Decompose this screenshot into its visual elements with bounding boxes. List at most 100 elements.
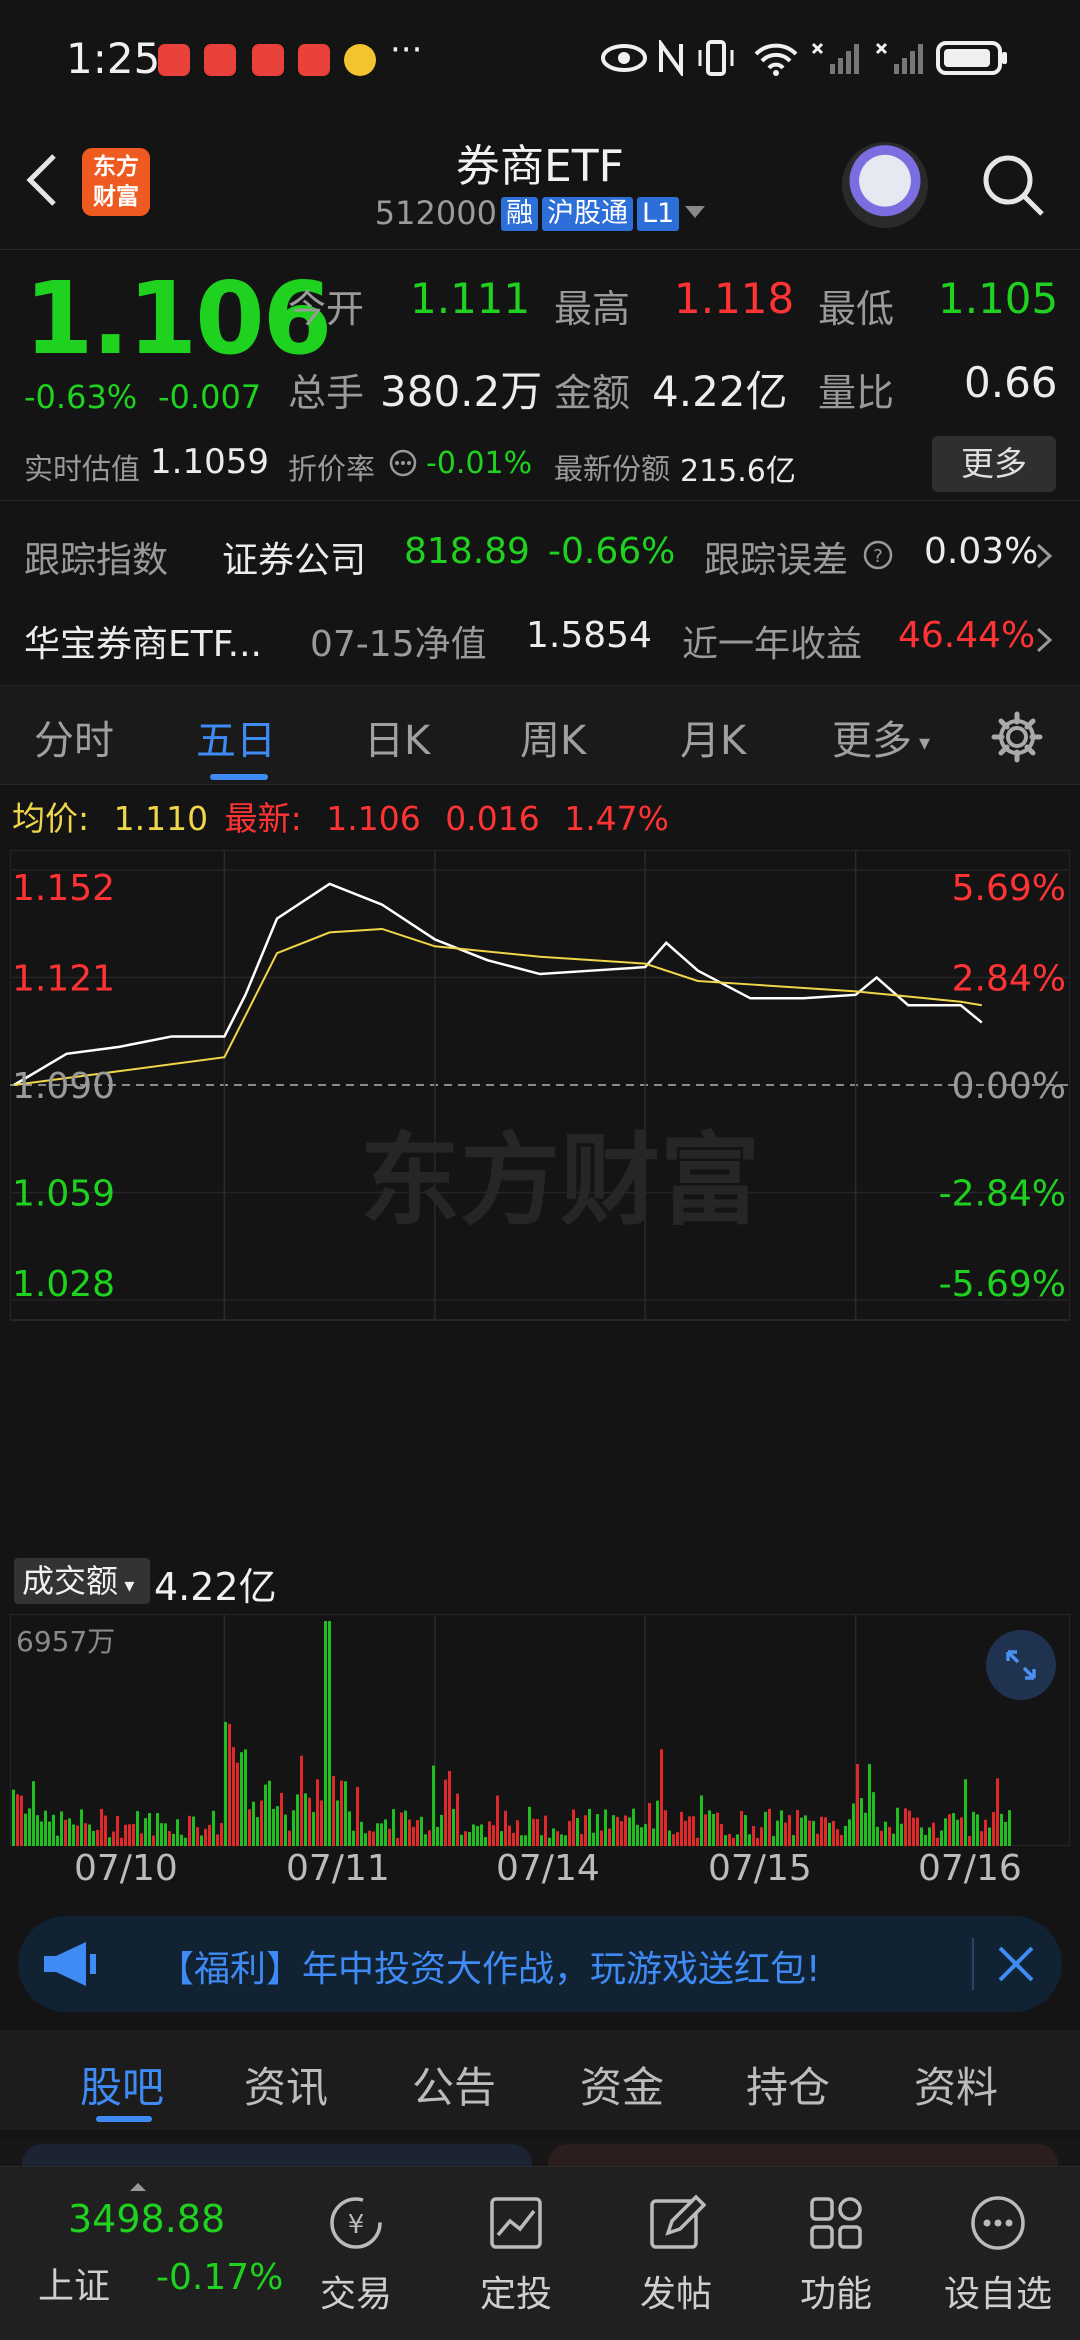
volume-bar bbox=[732, 1837, 735, 1846]
volume-bar bbox=[708, 1810, 711, 1846]
nav-auto-invest[interactable]: 定投 bbox=[456, 2167, 576, 2340]
volume-bar bbox=[988, 1827, 991, 1846]
volume-bar bbox=[448, 1770, 451, 1846]
chevron-right-icon[interactable] bbox=[1034, 625, 1054, 655]
volume-bar bbox=[896, 1807, 899, 1846]
volume-bar bbox=[604, 1809, 607, 1846]
volume-bar bbox=[488, 1821, 491, 1846]
volume-bar bbox=[28, 1808, 31, 1846]
notification-icon bbox=[158, 44, 190, 76]
volume-bar bbox=[876, 1826, 879, 1846]
tab-news[interactable]: 资讯 bbox=[244, 2054, 328, 2115]
chevron-right-icon[interactable] bbox=[1034, 541, 1054, 571]
volume-bar bbox=[1000, 1813, 1003, 1846]
volume-bar bbox=[504, 1810, 507, 1846]
volume-bar bbox=[176, 1819, 179, 1846]
tab-five-day[interactable]: 五日 bbox=[196, 708, 276, 766]
tab-profile[interactable]: 资料 bbox=[914, 2054, 998, 2115]
volume-bar bbox=[684, 1820, 687, 1846]
volume-bar bbox=[88, 1824, 91, 1846]
volume-bar bbox=[116, 1815, 119, 1846]
volume-bar bbox=[292, 1810, 295, 1846]
tab-announcements[interactable]: 公告 bbox=[412, 2054, 496, 2115]
settings-gear-icon[interactable] bbox=[990, 710, 1044, 764]
tab-monthly-k[interactable]: 月K bbox=[680, 708, 746, 766]
chart-period-tabs: 分时 五日 日K 周K 月K 更多 ▾ bbox=[0, 685, 1080, 785]
volume-bar bbox=[288, 1830, 291, 1846]
nav-add-watchlist[interactable]: 设自选 bbox=[938, 2167, 1058, 2340]
volume-bar bbox=[832, 1821, 835, 1846]
five-day-price-chart[interactable]: 东方财富 1.152 5.69% 1.121 2.84% 1.090 0.00% 1.059… bbox=[10, 850, 1070, 1550]
volume-bar bbox=[380, 1823, 383, 1846]
year-return-label: 近一年收益 bbox=[682, 624, 863, 665]
tracking-index-value: 818.89 bbox=[404, 531, 530, 572]
iopv-value: 1.1059 bbox=[150, 442, 269, 482]
volume-bar bbox=[980, 1831, 983, 1846]
volume-bar bbox=[428, 1830, 431, 1846]
volume-bar bbox=[756, 1837, 759, 1846]
volume-bar bbox=[888, 1826, 891, 1846]
volume-bar-chart[interactable] bbox=[10, 1614, 1070, 1846]
volume-bar bbox=[752, 1826, 755, 1846]
volume-bar bbox=[712, 1814, 715, 1846]
volume-bar bbox=[636, 1824, 639, 1846]
volume-bar bbox=[328, 1621, 331, 1846]
volume-bar bbox=[228, 1723, 231, 1846]
volume-metric-selector[interactable]: 成交额 ▾ bbox=[14, 1558, 150, 1604]
volume-bar bbox=[600, 1830, 603, 1846]
volume-bar bbox=[776, 1820, 779, 1846]
volume-bar bbox=[60, 1811, 63, 1846]
tab-forum[interactable]: 股吧 bbox=[80, 2054, 164, 2115]
help-icon[interactable]: ? bbox=[862, 539, 894, 571]
chevron-up-icon bbox=[130, 2183, 146, 2191]
nav-post[interactable]: 发帖 bbox=[616, 2167, 736, 2340]
volume-bar bbox=[280, 1792, 283, 1846]
volume-bar bbox=[312, 1812, 315, 1846]
volume-bar bbox=[668, 1830, 671, 1846]
volume-bar bbox=[12, 1789, 15, 1846]
volume-bar bbox=[592, 1832, 595, 1846]
search-icon[interactable] bbox=[978, 150, 1048, 220]
volume-bar bbox=[560, 1834, 563, 1846]
tab-daily-k[interactable]: 日K bbox=[364, 708, 430, 766]
volume-bar bbox=[936, 1837, 939, 1846]
volume-bar bbox=[812, 1820, 815, 1846]
volume-bar bbox=[268, 1780, 271, 1846]
volume-bar bbox=[900, 1823, 903, 1846]
robot-assistant-icon[interactable] bbox=[842, 142, 928, 228]
change-value: -0.007 bbox=[158, 378, 262, 416]
volume-bar bbox=[460, 1834, 463, 1846]
volume-bar bbox=[920, 1827, 923, 1846]
tracking-index-name[interactable]: 证券公司 bbox=[222, 531, 366, 583]
volume-bar bbox=[76, 1825, 79, 1846]
index-ticker[interactable]: 3498.88 上证 -0.17% bbox=[0, 2167, 290, 2340]
discount-label: 折价率 bbox=[288, 452, 376, 486]
tab-capital-flow[interactable]: 资金 bbox=[580, 2054, 664, 2115]
volume-bar bbox=[528, 1806, 531, 1846]
tab-weekly-k[interactable]: 周K bbox=[520, 708, 586, 766]
volume-bar bbox=[100, 1808, 103, 1846]
iopv-label: 实时估值 bbox=[24, 452, 141, 486]
volume-bar bbox=[296, 1794, 299, 1846]
volume-bar bbox=[512, 1832, 515, 1846]
tab-intraday[interactable]: 分时 bbox=[34, 708, 114, 766]
volume-bar bbox=[392, 1809, 395, 1846]
expand-chart-button[interactable] bbox=[986, 1630, 1056, 1700]
tab-holdings[interactable]: 持仓 bbox=[746, 2054, 830, 2115]
volume-bar bbox=[564, 1835, 567, 1846]
nav-functions[interactable]: 功能 bbox=[776, 2167, 896, 2340]
volume-bar bbox=[56, 1835, 59, 1846]
volume-bar bbox=[108, 1837, 111, 1846]
nav-trade[interactable]: ¥ 交易 bbox=[296, 2167, 416, 2340]
volume-bar bbox=[996, 1778, 999, 1846]
tab-more[interactable]: 更多 ▾ bbox=[832, 708, 930, 766]
fund-name[interactable]: 华宝券商ETF... bbox=[24, 615, 262, 667]
amount-value: 4.22亿 bbox=[652, 367, 788, 416]
close-icon[interactable] bbox=[994, 1942, 1038, 1986]
grid-apps-icon bbox=[810, 2197, 862, 2249]
info-dots-icon[interactable] bbox=[388, 448, 418, 478]
tracking-error-label: 跟踪误差 bbox=[704, 540, 849, 581]
promo-banner[interactable]: 【福利】年中投资大作战，玩游戏送红包! bbox=[18, 1916, 1062, 2012]
more-button[interactable]: 更多 bbox=[932, 436, 1056, 492]
volume-bar bbox=[360, 1821, 363, 1846]
